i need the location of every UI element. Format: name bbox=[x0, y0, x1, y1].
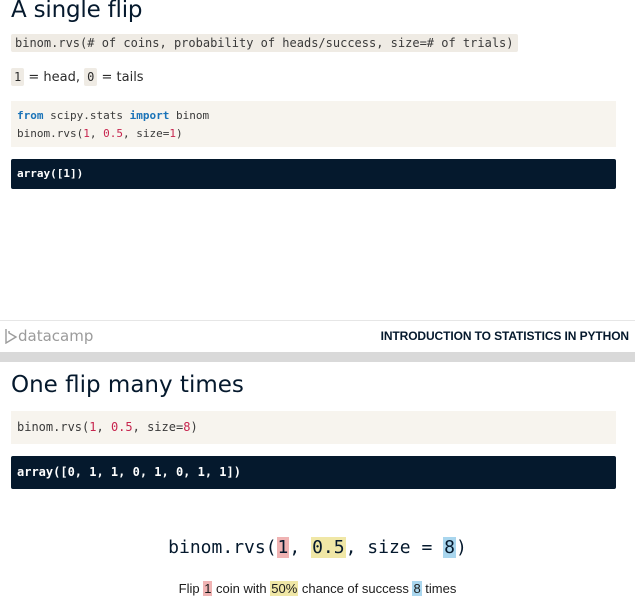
slide-title-2: One flip many times bbox=[11, 372, 244, 398]
code-block-2: binom.rvs(1, 0.5, size=8) bbox=[11, 411, 616, 444]
outcome-legend: 1 = head, 0 = tails bbox=[11, 68, 144, 87]
course-title: INTRODUCTION TO STATISTICS IN PYTHON bbox=[380, 329, 630, 343]
tails-label: = tails bbox=[97, 70, 144, 85]
slide-title: A single flip bbox=[11, 0, 143, 23]
caption-trials: 8 bbox=[412, 581, 422, 596]
slide-footer: datacamp INTRODUCTION TO STATISTICS IN P… bbox=[0, 320, 635, 352]
code-block: from scipy.stats import binom binom.rvs(… bbox=[11, 101, 616, 147]
head-value: 1 bbox=[11, 68, 25, 86]
probability-highlight: 0.5 bbox=[311, 537, 346, 558]
code-output-2: array([0, 1, 1, 0, 1, 0, 1, 1]) bbox=[11, 456, 616, 489]
code-output: array([1]) bbox=[11, 159, 616, 189]
annotated-formula: binom.rvs(1, 0.5, size = 8) bbox=[168, 537, 467, 558]
brand-name: datacamp bbox=[18, 327, 94, 345]
formula-caption: Flip 1 coin with 50% chance of success 8… bbox=[178, 581, 457, 596]
datacamp-logo-icon bbox=[5, 329, 18, 345]
slide-divider bbox=[0, 352, 635, 362]
function-signature: binom.rvs(# of coins, probability of hea… bbox=[11, 34, 518, 52]
tails-value: 0 bbox=[84, 68, 98, 86]
code-line-call: binom.rvs(1, 0.5, size=1) bbox=[17, 127, 183, 140]
datacamp-logo: datacamp bbox=[4, 327, 93, 345]
head-label: = head, bbox=[24, 70, 85, 85]
caption-probability: 50% bbox=[270, 581, 299, 596]
trials-highlight: 8 bbox=[443, 537, 456, 558]
code-line-import: from scipy.stats import binom bbox=[17, 109, 210, 122]
coins-highlight: 1 bbox=[276, 537, 290, 558]
